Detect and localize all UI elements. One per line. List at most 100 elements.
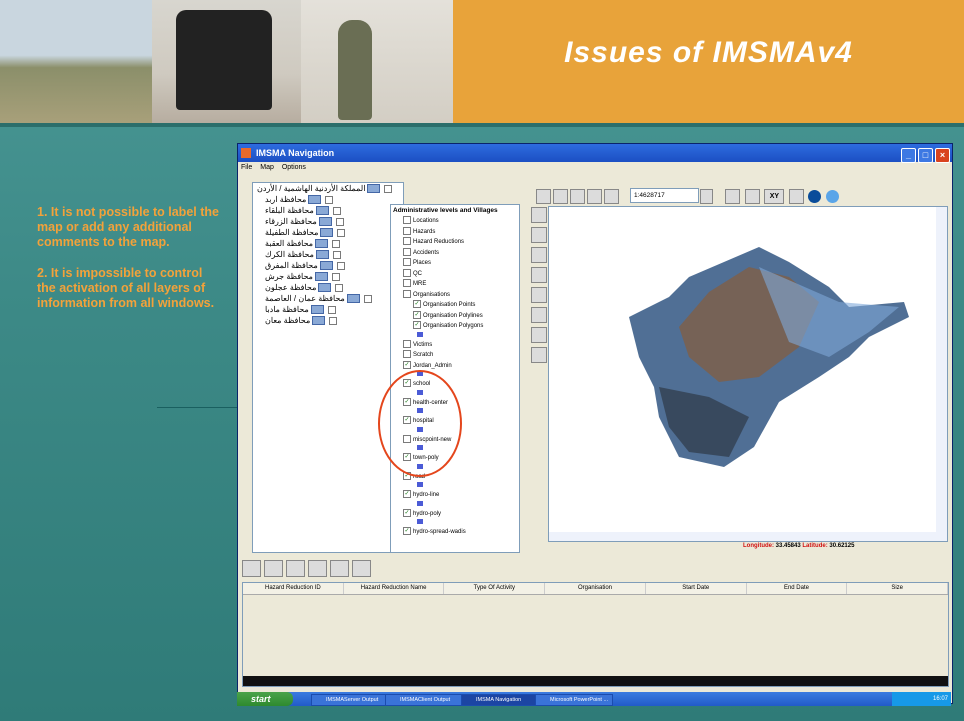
expand-icon[interactable] <box>335 217 344 226</box>
xy-icon[interactable]: XY <box>764 189 785 205</box>
expand-icon[interactable] <box>363 294 372 303</box>
layer-item[interactable]: ✓ Organisation Polygons <box>391 321 519 332</box>
layer-item[interactable]: ✓ Organisation Polylines <box>391 310 519 322</box>
layer-checkbox[interactable] <box>403 216 411 225</box>
layer-item[interactable]: ✓ Jordan_Admin <box>391 360 519 372</box>
layer-item[interactable]: QC <box>391 268 519 280</box>
map-view[interactable] <box>548 206 948 542</box>
map-horizontal-scrollbar[interactable] <box>549 532 947 541</box>
layer-item[interactable]: Hazards <box>391 226 519 238</box>
layer-item[interactable]: ✓ hydro-line <box>391 490 519 501</box>
layer-checkbox[interactable]: ✓ <box>403 527 411 536</box>
check-tab-icon[interactable] <box>352 560 371 577</box>
report-icon[interactable] <box>531 347 547 363</box>
menu-options[interactable]: Options <box>282 164 306 171</box>
expand-icon[interactable] <box>336 261 345 270</box>
layer-item[interactable]: ✓ hydro-poly <box>391 508 519 520</box>
grid-column-header[interactable]: Size <box>847 583 949 594</box>
layer-item[interactable]: Organisations <box>391 289 519 301</box>
tree-item[interactable]: محافظة المفرق <box>253 260 403 271</box>
zoom-out-icon[interactable] <box>604 189 619 205</box>
grid-column-header[interactable]: Hazard Reduction Name <box>344 583 445 594</box>
tree-item[interactable]: محافظة الطفيلة <box>253 227 403 238</box>
globe-icon[interactable] <box>808 190 822 204</box>
no-entry-icon[interactable] <box>531 247 547 263</box>
tree-item[interactable]: محافظة اربد <box>253 194 403 205</box>
burst-tab-icon[interactable] <box>308 560 327 577</box>
grid-column-header[interactable]: Organisation <box>545 583 646 594</box>
layer-checkbox[interactable] <box>403 350 411 359</box>
layer-group-header[interactable]: Administrative levels and Villages <box>391 205 519 216</box>
expand-icon[interactable] <box>337 228 346 237</box>
tree-item[interactable]: محافظة الزرقاء <box>253 216 403 227</box>
layer-checkbox[interactable]: ✓ <box>413 310 421 319</box>
layer-item[interactable]: Accidents <box>391 247 519 259</box>
select-tool-icon[interactable] <box>553 189 568 205</box>
layer-checkbox[interactable] <box>403 258 411 267</box>
tree-item[interactable]: محافظة مادبا <box>253 304 403 315</box>
expand-icon[interactable] <box>329 316 338 325</box>
hazard-reduction-grid[interactable]: Hazard Reduction ID Hazard Reduction Name… <box>242 582 949 687</box>
task-server-output[interactable]: IMSMAServer Output <box>311 694 389 706</box>
layer-checkbox[interactable]: ✓ <box>413 300 421 309</box>
layer-item[interactable]: Victims <box>391 339 519 351</box>
task-client-output[interactable]: IMSMAClient Output <box>385 694 463 706</box>
layer-item[interactable]: Scratch <box>391 350 519 361</box>
tree-item[interactable]: محافظة الكرك <box>253 249 403 260</box>
expand-icon[interactable] <box>335 283 344 292</box>
region-tree[interactable]: المملكة الأردنية الهاشمية / الأردن محافظ… <box>252 182 404 553</box>
layer-checkbox[interactable]: ✓ <box>413 321 421 330</box>
expand-icon[interactable] <box>327 305 336 314</box>
task-powerpoint[interactable]: Microsoft PowerPoint ... <box>535 694 613 706</box>
zoom-in-icon[interactable] <box>587 189 602 205</box>
chart-icon[interactable] <box>531 287 547 303</box>
no-entry-tab-icon[interactable] <box>286 560 305 577</box>
grid2-icon[interactable] <box>744 189 760 205</box>
layer-item[interactable]: ✓ Organisation Points <box>391 300 519 311</box>
layer-checkbox[interactable] <box>403 339 411 348</box>
layer-checkbox[interactable]: ✓ <box>403 360 411 369</box>
grid-column-header[interactable]: Start Date <box>646 583 747 594</box>
grid-column-header[interactable]: Hazard Reduction ID <box>243 583 344 594</box>
expand-icon[interactable] <box>332 250 341 259</box>
tree-item[interactable]: محافظة البلقاء <box>253 205 403 216</box>
info-icon[interactable] <box>825 190 839 204</box>
tree-item[interactable]: محافظة عجلون <box>253 282 403 293</box>
map-vertical-scrollbar[interactable] <box>936 207 947 541</box>
minimize-icon[interactable]: _ <box>901 148 916 163</box>
pointer-tool-icon[interactable] <box>536 189 551 205</box>
grid-body[interactable] <box>243 595 933 685</box>
check-icon[interactable] <box>531 307 547 323</box>
stop-tab-icon[interactable] <box>330 560 349 577</box>
layer-checkbox[interactable] <box>403 268 411 277</box>
tree-item[interactable]: محافظة عمان / العاصمة <box>253 293 403 304</box>
layer-checkbox[interactable] <box>403 226 411 235</box>
start-button[interactable]: start <box>237 692 293 706</box>
tree-item[interactable]: محافظة معان <box>253 315 403 326</box>
grid-column-header[interactable]: Type Of Activity <box>444 583 546 594</box>
tree-item[interactable]: محافظة جرش <box>253 271 403 282</box>
scale-dropdown-icon[interactable] <box>700 189 713 205</box>
layer-item[interactable]: Locations <box>391 216 519 227</box>
tree-item[interactable]: محافظة العقبة <box>253 238 403 249</box>
close-icon[interactable]: × <box>935 148 950 163</box>
hazard-icon[interactable] <box>531 227 547 243</box>
menu-file[interactable]: File <box>241 164 252 171</box>
layer-checkbox[interactable]: ✓ <box>403 490 411 499</box>
layer-checkbox[interactable] <box>403 247 411 256</box>
window-titlebar[interactable]: IMSMA Navigation _ □ × <box>238 144 952 163</box>
grid-icon[interactable] <box>725 189 741 205</box>
scale-input[interactable]: 1:4628717 <box>630 188 699 203</box>
expand-icon[interactable] <box>332 206 341 215</box>
expand-icon[interactable] <box>331 272 340 281</box>
layer-checkbox[interactable]: ✓ <box>403 508 411 517</box>
layer-checkbox[interactable] <box>403 237 411 246</box>
expand-icon[interactable] <box>325 195 334 204</box>
home-icon[interactable] <box>788 189 804 205</box>
layer-item[interactable]: MRE <box>391 279 519 290</box>
layer-checkbox[interactable] <box>403 279 411 288</box>
collapse-icon[interactable] <box>384 184 393 193</box>
tree-root[interactable]: المملكة الأردنية الهاشمية / الأردن <box>253 183 403 194</box>
layer-item[interactable]: ✓ hydro-spread-wadis <box>391 527 519 538</box>
maximize-icon[interactable]: □ <box>918 148 933 163</box>
